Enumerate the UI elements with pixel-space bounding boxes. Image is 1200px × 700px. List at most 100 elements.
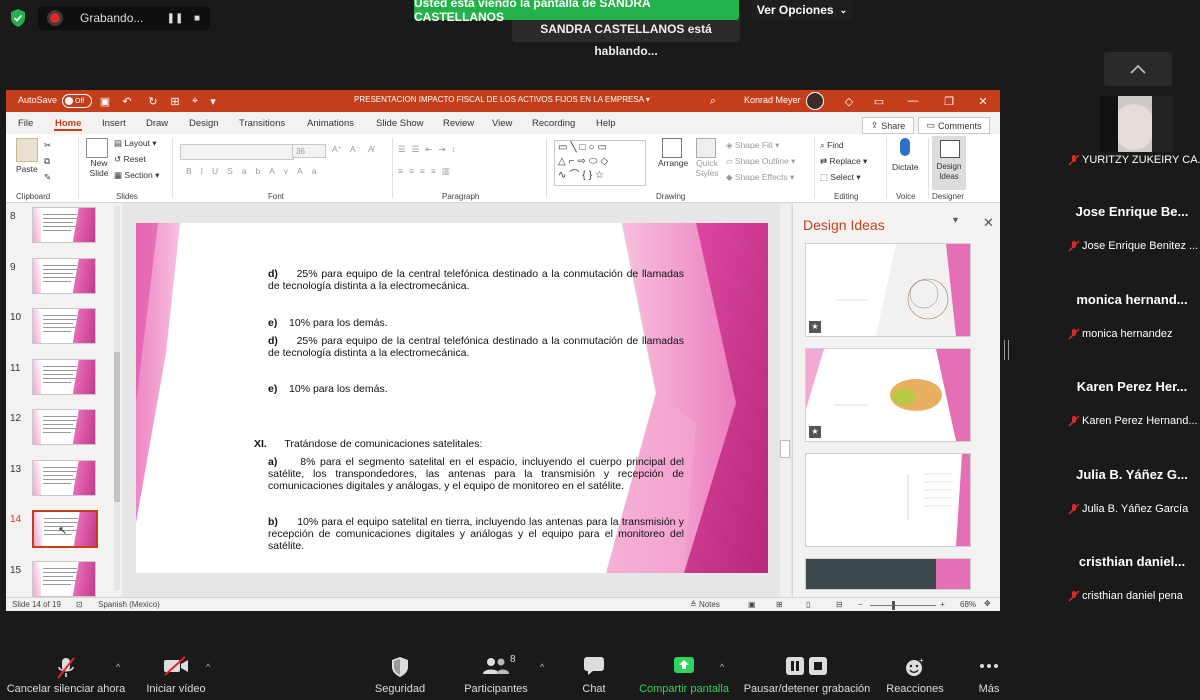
stop-recording-icon[interactable]: ■ — [188, 9, 206, 27]
zoom-slider[interactable] — [870, 605, 936, 606]
slide-paragraph-d2[interactable]: d) 25% para equipo de la central telefón… — [268, 335, 684, 359]
restore-icon[interactable]: ❐ — [942, 94, 956, 108]
section-button[interactable]: ▦ Section ▾ — [114, 170, 159, 181]
slide-thumbnail[interactable] — [32, 207, 96, 243]
share-screen-button[interactable]: Compartir pantalla — [632, 650, 736, 700]
tab-insert[interactable]: Insert — [102, 118, 126, 129]
reset-button[interactable]: ↺ Reset — [114, 154, 146, 165]
shapes-gallery[interactable]: ▭╲□○▭ △⌐⇨⬭◇ ∿⌒{}☆ — [554, 140, 646, 186]
more-button[interactable]: Más — [966, 650, 1012, 700]
find-button[interactable]: ⌕ Find — [820, 140, 844, 151]
customize-qat-icon[interactable]: ▾ — [206, 94, 220, 108]
scroll-up-button[interactable] — [1104, 52, 1172, 86]
cut-icon[interactable]: ✂ — [44, 140, 51, 151]
participant-tile-6[interactable]: cristhian daniel... cristhian daniel pena — [1064, 526, 1200, 608]
participant-tile-5[interactable]: Julia B. Yáñez G... Julia B. Yáñez García — [1064, 438, 1200, 521]
user-avatar[interactable] — [806, 92, 824, 110]
share-options-caret[interactable]: ^ — [720, 662, 724, 672]
slide-paragraph-e1[interactable]: e) 10% para los demás. — [268, 317, 684, 329]
minimize-icon[interactable]: — — [906, 94, 920, 108]
tab-animations[interactable]: Animations — [307, 118, 354, 129]
unmute-button[interactable]: Cancelar silenciar ahora — [0, 650, 132, 700]
slide-scrollbar[interactable] — [780, 203, 790, 597]
slide-thumbnail[interactable] — [32, 308, 96, 344]
slide-sorter-icon[interactable]: ⊞ — [776, 600, 783, 609]
pause-recording-icon[interactable]: ❚❚ — [166, 9, 184, 27]
zoom-level[interactable]: 68% — [960, 600, 976, 609]
ribbon-display-icon[interactable]: ▭ — [872, 94, 886, 108]
tab-file[interactable]: File — [18, 118, 33, 129]
font-style-icons[interactable]: BIUSabAvAa — [186, 166, 325, 176]
quick-styles-label[interactable]: Quick Styles — [692, 158, 722, 178]
format-painter-icon[interactable]: ✎ — [44, 172, 51, 183]
close-icon[interactable]: ✕ — [976, 94, 990, 108]
participants-caret[interactable]: ^ — [540, 662, 544, 672]
font-name-box[interactable] — [180, 144, 294, 160]
slide-paragraph-e2[interactable]: e) 10% para los demás. — [268, 383, 684, 395]
shield-icon[interactable] — [8, 8, 28, 28]
clear-formatting-icon[interactable]: A̸ — [368, 144, 374, 154]
user-name[interactable]: Konrad Meyer — [744, 95, 801, 105]
audio-options-caret[interactable]: ^ — [116, 662, 120, 672]
notes-button[interactable]: ≙ Notes — [690, 600, 720, 609]
share-button[interactable]: ⇪ Share — [862, 117, 914, 134]
slideshow-icon[interactable]: ⊟ — [836, 600, 843, 609]
undo-icon[interactable]: ↶ — [120, 94, 134, 108]
shape-outline-button[interactable]: ▱ Shape Outline ▾ — [726, 156, 795, 167]
zoom-out-icon[interactable]: − — [858, 600, 863, 609]
layout-button[interactable]: ▤ Layout ▾ — [114, 138, 157, 149]
slide-thumbnail[interactable] — [32, 257, 96, 294]
zoom-slider-thumb[interactable] — [892, 601, 895, 610]
slide-thumbnail[interactable] — [32, 560, 96, 597]
tab-slide-show[interactable]: Slide Show — [376, 118, 424, 129]
design-idea-3[interactable] — [805, 453, 971, 547]
comments-button[interactable]: ▭ Comments — [918, 117, 990, 134]
paste-icon[interactable] — [16, 138, 38, 162]
shape-fill-button[interactable]: ◈ Shape Fill ▾ — [726, 140, 779, 151]
zoom-in-icon[interactable]: + — [940, 600, 945, 609]
normal-view-icon[interactable]: ▣ — [748, 600, 756, 609]
participant-tile-3[interactable]: monica hernand... monica hernandez — [1064, 263, 1200, 346]
format-painter-icon[interactable]: ⌖ — [188, 94, 202, 108]
present-icon[interactable]: ⊞ — [168, 94, 182, 108]
tab-recording[interactable]: Recording — [532, 118, 575, 129]
dictate-label[interactable]: Dictate — [892, 162, 918, 172]
design-idea-1[interactable]: ★ — [805, 243, 971, 337]
thumbnails-scroll-thumb[interactable] — [114, 352, 120, 502]
replace-button[interactable]: ⇄ Replace ▾ — [820, 156, 867, 167]
chat-button[interactable]: Chat — [564, 650, 624, 700]
save-icon[interactable]: ▣ — [98, 94, 112, 108]
new-slide-icon[interactable] — [86, 138, 108, 158]
tab-help[interactable]: Help — [596, 118, 616, 129]
quick-styles-icon[interactable] — [696, 138, 716, 158]
paste-label[interactable]: Paste — [16, 164, 38, 174]
increase-font-icon[interactable]: A⁺ — [332, 144, 342, 155]
reactions-button[interactable]: + Reacciones — [880, 650, 950, 700]
design-ideas-button[interactable]: Design Ideas — [932, 136, 966, 190]
accessibility-icon[interactable]: ⊡ — [76, 600, 83, 609]
start-video-button[interactable]: Iniciar vídeo — [136, 650, 216, 700]
language-label[interactable]: Spanish (Mexico) — [98, 600, 160, 609]
arrange-label[interactable]: Arrange — [658, 158, 688, 168]
fit-slide-icon[interactable]: ✥ — [984, 599, 991, 608]
security-button[interactable]: Seguridad — [360, 650, 440, 700]
autosave-toggle[interactable]: Off — [62, 94, 92, 108]
shape-effects-button[interactable]: ◆ Shape Effects ▾ — [726, 172, 794, 183]
slide-thumbnail[interactable] — [32, 409, 96, 445]
tab-draw[interactable]: Draw — [146, 118, 168, 129]
arrange-icon[interactable] — [662, 138, 682, 158]
search-icon[interactable]: ⌕ — [706, 94, 720, 108]
decrease-font-icon[interactable]: A⁻ — [350, 144, 360, 155]
microphone-icon[interactable] — [900, 138, 910, 156]
font-size-box[interactable]: 36 — [292, 144, 326, 158]
redo-icon[interactable]: ↻ — [146, 94, 160, 108]
tab-view[interactable]: View — [492, 118, 512, 129]
align-icons[interactable]: ≡≡≡≡▥ — [398, 166, 456, 177]
video-options-caret[interactable]: ^ — [206, 662, 210, 672]
tab-review[interactable]: Review — [443, 118, 474, 129]
copy-icon[interactable]: ⧉ — [44, 156, 50, 167]
tab-design[interactable]: Design — [189, 118, 219, 129]
participant-tile-1[interactable]: YURITZY ZUKEIRY CA... — [1064, 90, 1200, 172]
view-options-button[interactable]: Ver Opciones ⌄ — [752, 0, 852, 20]
close-icon[interactable]: ✕ — [983, 215, 994, 231]
